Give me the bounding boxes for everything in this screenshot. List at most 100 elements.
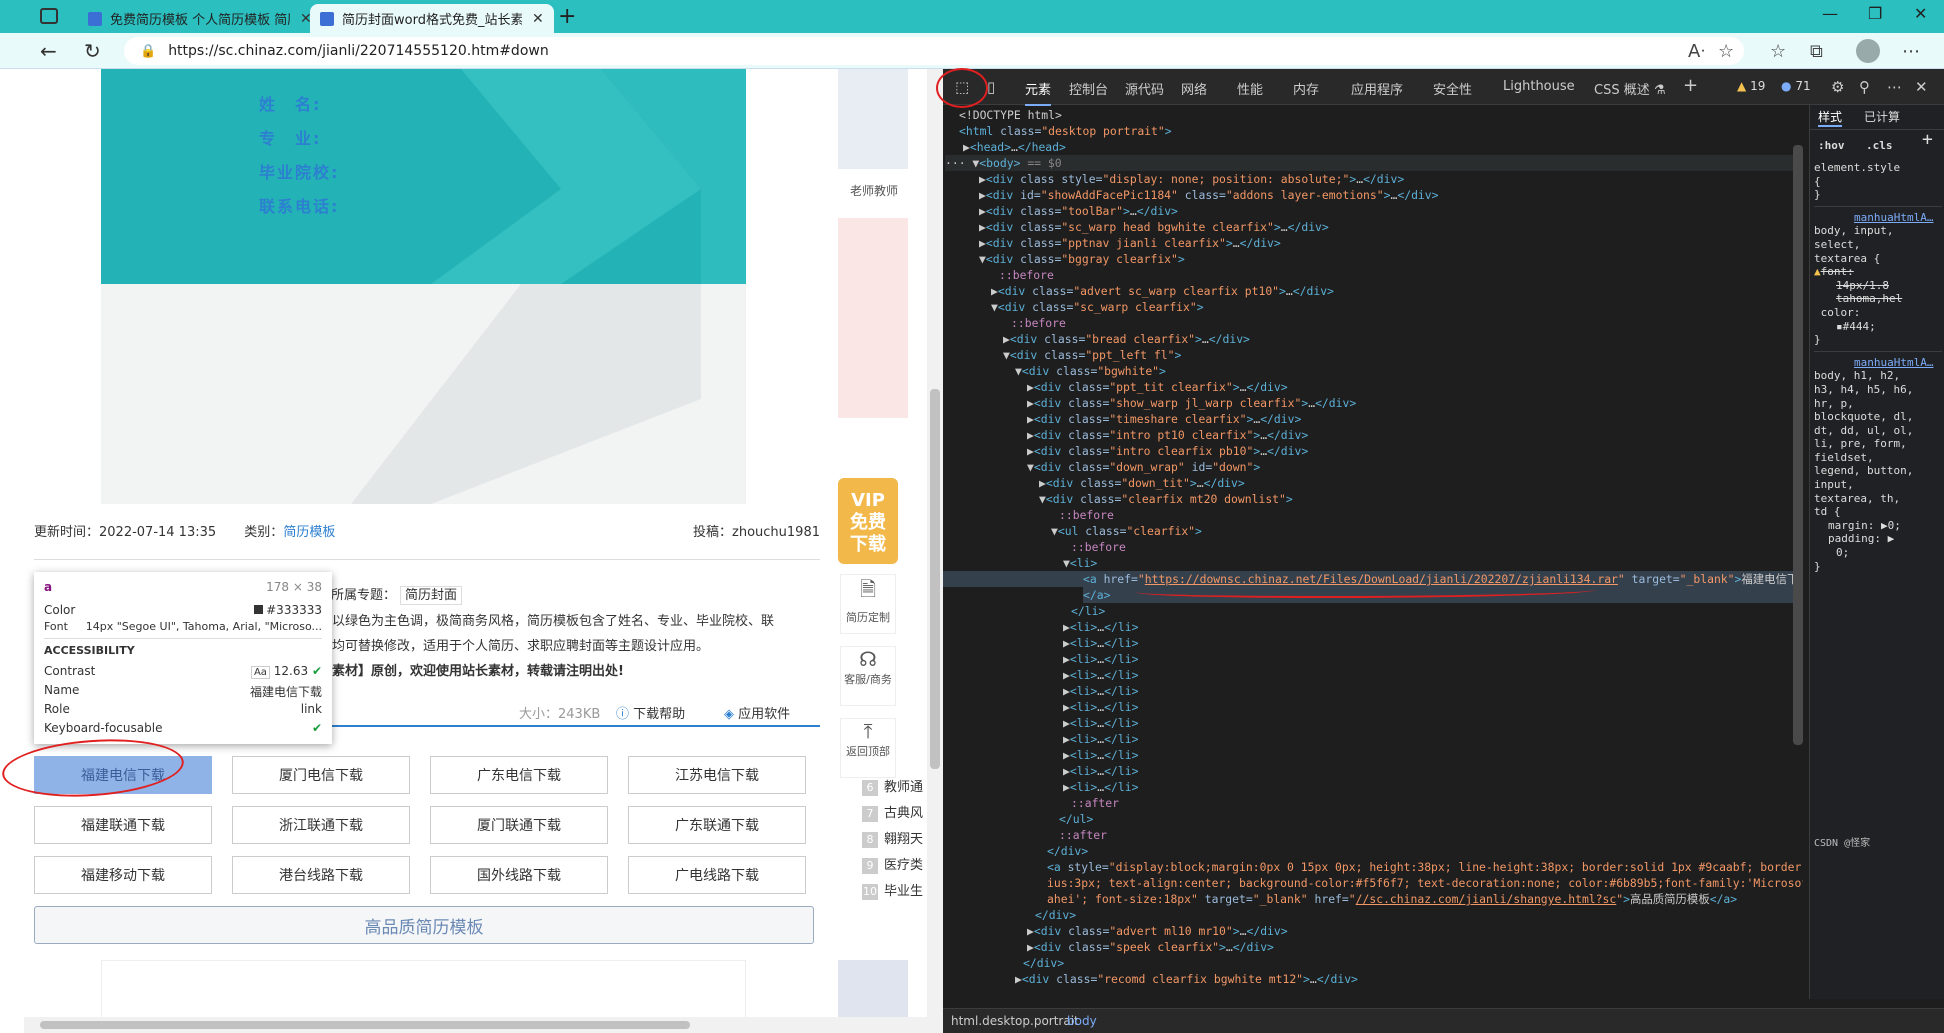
- close-devtools-icon[interactable]: ✕: [1915, 78, 1928, 96]
- device-toolbar-icon[interactable]: ▯: [987, 78, 995, 96]
- favorite-icon[interactable]: ☆: [1718, 41, 1734, 62]
- close-icon[interactable]: ✕: [532, 11, 544, 27]
- back-to-top-button[interactable]: ⤒ 返回顶部: [840, 718, 896, 778]
- tooltip-font-value: 14px "Segoe UI", Tahoma, Arial, "Microso…: [85, 620, 322, 633]
- tab-title: 简历封面word格式免费_站长素材: [342, 13, 522, 28]
- tab-console[interactable]: 控制台: [1069, 79, 1108, 98]
- thumbnail-image[interactable]: [838, 960, 908, 1017]
- tab-resume-templates[interactable]: 免费简历模板 个人简历模板 简历 ✕: [78, 4, 322, 33]
- download-button[interactable]: 江苏电信下载: [628, 756, 806, 794]
- address-input[interactable]: 🔒 https://sc.chinaz.com/jianli/220714555…: [124, 37, 1744, 65]
- vip-download-badge[interactable]: VIP 免费 下载: [838, 478, 898, 564]
- style-rules[interactable]: element.style{} manhuaHtmlA… body, input,…: [1814, 161, 1942, 573]
- check-icon: ✔: [311, 664, 322, 678]
- download-button[interactable]: 福建移动下载: [34, 856, 212, 894]
- issues-badge[interactable]: ● 71: [1781, 79, 1811, 93]
- category-link[interactable]: 简历模板: [283, 525, 335, 540]
- color-swatch: [254, 605, 264, 614]
- tab-performance[interactable]: 性能: [1237, 79, 1263, 98]
- thumbnail-image[interactable]: [838, 218, 908, 418]
- app-software-text: 应用软件: [738, 707, 791, 722]
- dom-scrollbar[interactable]: [1793, 145, 1803, 745]
- csdn-watermark: CSDN @怪家: [1814, 838, 1871, 849]
- window-close-icon[interactable]: ✕: [1914, 4, 1927, 23]
- rank-item[interactable]: 6 教师通: [862, 776, 923, 796]
- download-help-link[interactable]: ⓘ 下载帮助: [616, 703, 685, 722]
- browser-tab-strip: 免费简历模板 个人简历模板 简历 ✕ 简历封面word格式免费_站长素材 ✕ +…: [0, 0, 1944, 33]
- annotation-circle: [936, 68, 988, 108]
- tab-computed[interactable]: 已计算: [1864, 110, 1900, 125]
- rank-item[interactable]: 9 医疗类: [862, 854, 923, 874]
- tooltip-dims: 178 × 38: [266, 580, 322, 594]
- download-help-text: 下载帮助: [633, 707, 686, 722]
- reload-icon[interactable]: ↻: [84, 39, 101, 63]
- download-button[interactable]: 广东联通下载: [628, 806, 806, 844]
- page-horizontal-scrollbar[interactable]: [24, 1017, 943, 1033]
- download-button[interactable]: 广东电信下载: [430, 756, 608, 794]
- vip-download-text: 下载: [850, 534, 886, 555]
- tab-network[interactable]: 网络: [1181, 79, 1207, 98]
- download-button[interactable]: 国外线路下载: [430, 856, 608, 894]
- new-tab-icon[interactable]: +: [558, 4, 576, 29]
- tab-title: 免费简历模板 个人简历模板 简历: [110, 13, 290, 28]
- file-size: 大小：243KB: [519, 707, 601, 722]
- tab-sources[interactable]: 源代码: [1125, 79, 1164, 98]
- more-icon[interactable]: ⋯: [1902, 41, 1920, 62]
- download-button[interactable]: 福建联通下载: [34, 806, 212, 844]
- add-rule-icon[interactable]: +: [1922, 131, 1933, 148]
- crumb-body[interactable]: body: [1067, 1014, 1097, 1028]
- more-tabs-icon[interactable]: +: [1683, 75, 1698, 96]
- topic-tag[interactable]: 简历封面: [400, 586, 463, 605]
- download-button[interactable]: 港台线路下载: [232, 856, 410, 894]
- resume-custom-button[interactable]: 🗎 简历定制: [840, 574, 896, 634]
- download-button[interactable]: 厦门联通下载: [430, 806, 608, 844]
- resume-cover-preview: 姓 名: 专 业: 毕业院校: 联系电话:: [101, 69, 746, 504]
- quality-templates-link[interactable]: 高品质简历模板: [34, 906, 814, 944]
- tab-actions-icon[interactable]: [40, 8, 58, 24]
- crumb-html[interactable]: html.desktop.portrait: [951, 1014, 1079, 1028]
- tab-memory[interactable]: 内存: [1293, 79, 1319, 98]
- read-aloud-icon[interactable]: Aᐧ: [1688, 41, 1705, 62]
- warnings-badge[interactable]: ▲ 19: [1737, 79, 1765, 93]
- service-button[interactable]: ☊ 客服/商务: [840, 646, 896, 706]
- tooltip-contrast-value: 12.63: [273, 664, 309, 678]
- cls-toggle[interactable]: .cls: [1866, 139, 1893, 153]
- dom-tree[interactable]: <!DOCTYPE html> <html class="desktop por…: [943, 105, 1803, 999]
- download-button[interactable]: 浙江联通下载: [232, 806, 410, 844]
- tab-css-overview[interactable]: CSS 概述 ⚗: [1594, 79, 1666, 98]
- tab-resume-cover[interactable]: 简历封面word格式免费_站长素材 ✕: [310, 4, 554, 33]
- issue-icon: ●: [1781, 79, 1792, 93]
- tooltip-color-label: Color: [44, 603, 76, 617]
- document-icon: 🗎: [859, 577, 877, 601]
- restore-icon[interactable]: ❐: [1868, 4, 1882, 23]
- tab-styles[interactable]: 样式: [1818, 110, 1843, 127]
- tooltip-role-value: link: [300, 702, 322, 716]
- rank-item[interactable]: 10 毕业生: [862, 880, 923, 900]
- hov-toggle[interactable]: :hov: [1818, 139, 1845, 153]
- tab-security[interactable]: 安全性: [1433, 79, 1472, 98]
- thumbnail-image[interactable]: [838, 69, 908, 169]
- preview-field-phone: 联系电话:: [259, 197, 340, 216]
- favorites-icon[interactable]: ☆: [1770, 41, 1786, 62]
- tooltip-name-value: 福建电信下载: [249, 685, 322, 699]
- download-button[interactable]: 广电线路下载: [628, 856, 806, 894]
- app-software-link[interactable]: ◈ 应用软件: [724, 703, 790, 722]
- tab-lighthouse[interactable]: Lighthouse: [1503, 79, 1575, 94]
- more-options-icon[interactable]: ⋯: [1887, 78, 1902, 96]
- settings-icon[interactable]: ⚙: [1831, 78, 1844, 96]
- back-icon[interactable]: ←: [40, 39, 57, 63]
- tab-elements[interactable]: 元素: [1025, 79, 1052, 106]
- tooltip-name-label: Name: [44, 683, 80, 697]
- resource-meta: 更新时间：2022-07-14 13:35 类别：简历模板 投稿：zhouchu…: [34, 521, 820, 540]
- avatar[interactable]: [1856, 39, 1880, 63]
- page-vertical-scrollbar[interactable]: [927, 69, 943, 1017]
- tooltip-kbd-label: Keyboard-focusable: [44, 721, 163, 735]
- description-line-3: 素材】原创，欢迎使用站长素材，转载请注明出处!: [332, 664, 624, 679]
- minimize-icon[interactable]: —: [1822, 4, 1838, 23]
- rank-item[interactable]: 8 翱翔天: [862, 828, 923, 848]
- tab-application[interactable]: 应用程序: [1351, 79, 1403, 98]
- feedback-icon[interactable]: ⚲: [1859, 78, 1870, 96]
- rank-item[interactable]: 7 古典风: [862, 802, 923, 822]
- collections-icon[interactable]: ⧉: [1810, 41, 1823, 62]
- download-button[interactable]: 厦门电信下载: [232, 756, 410, 794]
